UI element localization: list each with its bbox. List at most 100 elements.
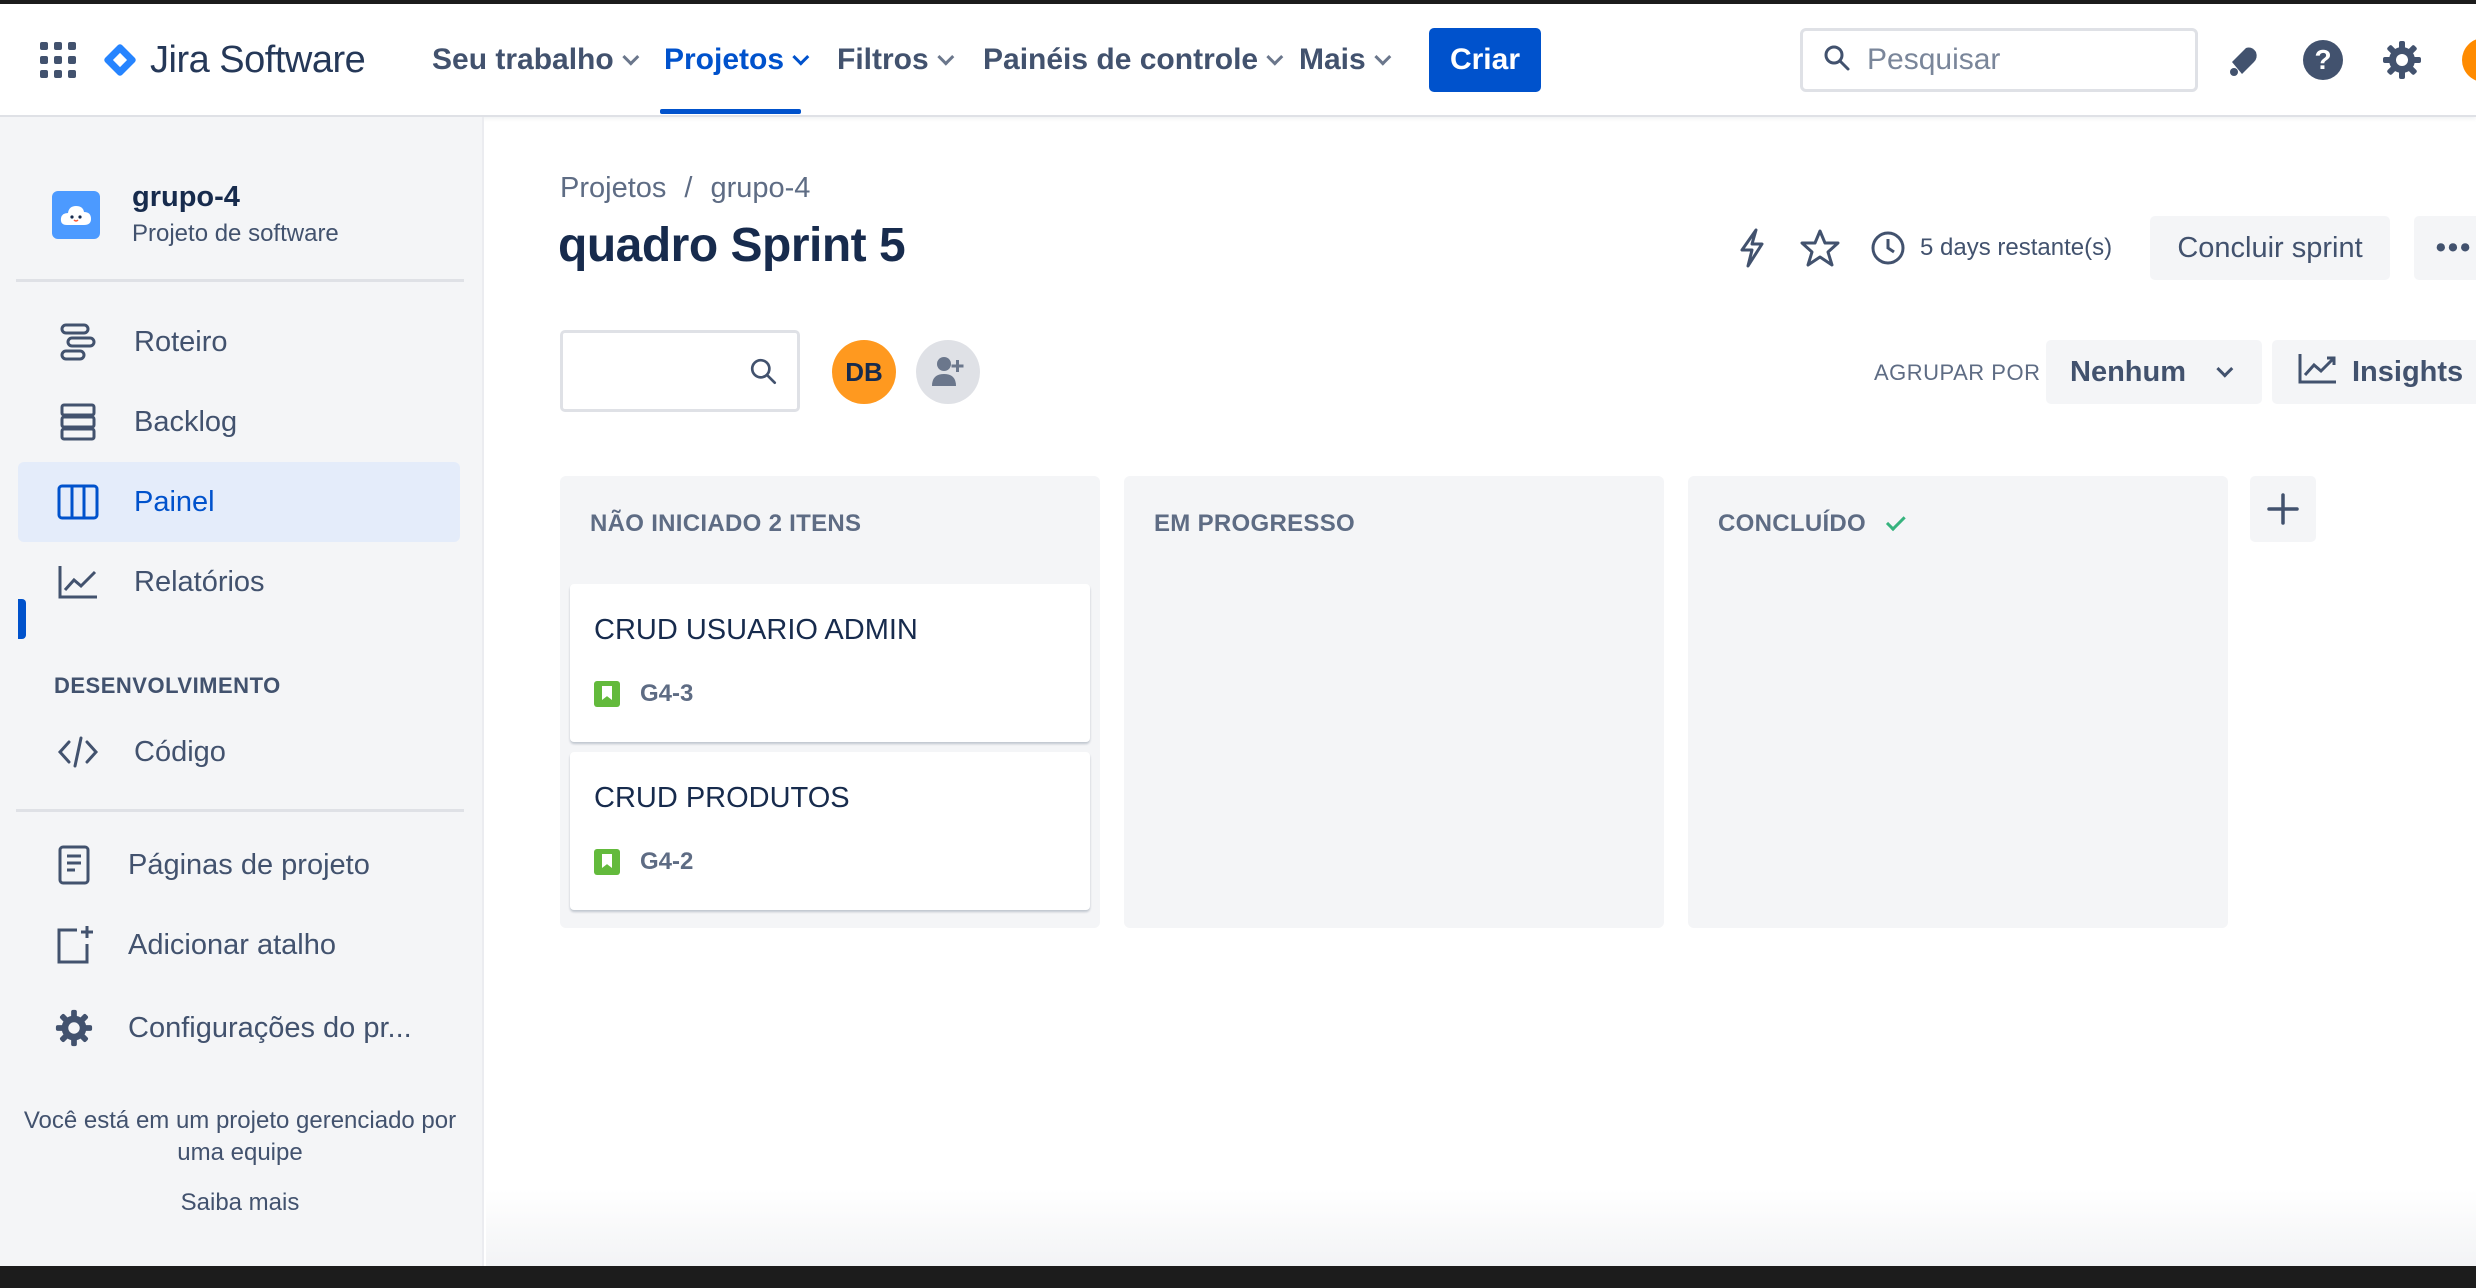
nav-label: Painéis de controle [983,43,1259,76]
settings-icon[interactable] [2378,36,2426,84]
issue-key: G4-3 [640,680,694,707]
sidebar-item-backlog[interactable]: Backlog [18,382,460,462]
chevron-down-icon [937,48,954,66]
nav-label: Mais [1299,43,1366,76]
star-icon[interactable] [1796,224,1844,272]
issue-summary: CRUD USUARIO ADMIN [594,614,918,646]
learn-more-link[interactable]: Saiba mais [20,1189,460,1217]
project-header[interactable]: grupo-4 Projeto de software [52,181,339,248]
team-managed-note: Você está em um projeto gerenciado por u… [23,1107,457,1166]
complete-sprint-button[interactable]: Concluir sprint [2150,216,2390,280]
column-title-text: CONCLUÍDO [1718,510,1867,537]
project-sidebar: grupo-4 Projeto de software Roteiro Back… [0,117,484,1267]
chevron-down-icon [622,48,640,66]
chevron-down-icon [792,48,810,66]
sidebar-item-label: Páginas de projeto [128,848,370,881]
page-title: quadro Sprint 5 [558,219,906,272]
sidebar-item-relatorios[interactable]: Relatórios [18,542,460,622]
insights-label: Insights [2352,355,2464,388]
apps-grid-icon[interactable] [40,42,76,78]
sidebar-item-label: Adicionar atalho [128,928,336,961]
automation-icon[interactable] [1728,224,1776,272]
board-column-concluido: CONCLUÍDO [1688,476,2228,928]
sidebar-item-label: Código [134,735,226,768]
create-button[interactable]: Criar [1429,28,1541,92]
breadcrumb: Projetos / grupo-4 [560,172,810,205]
chevron-down-icon [1374,48,1392,66]
sidebar-item-codigo[interactable]: Código [18,712,460,792]
nav-label: Projetos [664,43,785,76]
search-input[interactable] [1867,43,2167,77]
help-icon[interactable]: ? [2299,36,2347,84]
sidebar-item-label: Relatórios [134,565,265,598]
group-by-value: Nenhum [2070,355,2186,388]
svg-text:?: ? [2314,44,2331,75]
active-nav-indicator [660,109,801,114]
board-search-input[interactable] [579,353,739,389]
chevron-down-icon [1266,48,1284,66]
column-title: EM PROGRESSO [1154,510,1355,538]
backlog-icon [54,398,102,446]
group-by-label: AGRUPAR POR [1874,360,2041,385]
nav-projetos[interactable]: Projetos [664,36,810,84]
reports-icon [54,558,102,606]
story-icon [594,681,620,707]
group-by-dropdown[interactable]: Nenhum [2046,340,2262,404]
breadcrumb-separator: / [684,172,693,204]
user-avatar[interactable] [2462,38,2476,82]
breadcrumb-project[interactable]: grupo-4 [710,172,810,205]
project-type: Projeto de software [132,220,339,247]
sidebar-item-label: Backlog [134,405,238,438]
sidebar-divider [16,809,464,812]
add-people-icon[interactable] [916,340,980,404]
sidebar-item-adicionar-atalho[interactable]: Adicionar atalho [18,905,460,985]
top-navigation-bar: Jira Software Seu trabalho Projetos Filt… [0,0,2476,117]
app-title: Jira Software [150,38,366,81]
issue-key: G4-2 [640,848,694,875]
insights-icon [2298,352,2338,392]
board-column-nao-iniciado: NÃO INICIADO 2 ITENS CRUD USUARIO ADMIN … [560,476,1100,928]
roadmap-icon [54,318,102,366]
issue-key-row: G4-2 [594,848,693,876]
check-icon [1885,511,1906,532]
issue-card[interactable]: CRUD USUARIO ADMIN G4-3 [570,584,1090,742]
window-bottom-edge [0,1266,2476,1288]
sidebar-divider [16,279,464,282]
clock-icon [1864,224,1912,272]
section-heading-desenvolvimento: DESENVOLVIMENTO [54,673,281,698]
nav-mais[interactable]: Mais [1299,36,1392,84]
add-column-button[interactable] [2250,476,2316,542]
nav-filtros[interactable]: Filtros [837,36,954,84]
global-search[interactable] [1800,28,2198,92]
insights-button[interactable]: Insights [2272,340,2476,404]
issue-key-row: G4-3 [594,680,693,708]
search-icon [1823,44,1851,77]
sidebar-item-label: Painel [134,485,215,518]
nav-label: Seu trabalho [432,43,614,76]
sidebar-item-label: Roteiro [134,325,228,358]
notifications-icon[interactable] [2220,36,2268,84]
chevron-down-icon [2216,360,2234,378]
more-actions-button[interactable]: ••• [2414,216,2476,280]
board-column-em-progresso: EM PROGRESSO [1124,476,1664,928]
breadcrumb-projetos[interactable]: Projetos [560,172,666,205]
pages-icon [50,841,98,889]
column-title: CONCLUÍDO [1718,510,1906,538]
sidebar-item-painel[interactable]: Painel [18,462,460,542]
assignee-avatar[interactable]: DB [832,340,896,404]
column-title-text: NÃO INICIADO 2 ITENS [590,510,862,537]
nav-seu-trabalho[interactable]: Seu trabalho [432,36,640,84]
sidebar-item-roteiro[interactable]: Roteiro [18,302,460,382]
sidebar-item-paginas-de-projeto[interactable]: Páginas de projeto [18,825,460,905]
sidebar-item-configuracoes[interactable]: Configurações do pr... [18,988,460,1068]
nav-paineis-de-controle[interactable]: Painéis de controle [983,36,1284,84]
add-shortcut-icon [50,921,98,969]
jira-diamond-icon [102,42,138,78]
project-avatar-icon [52,190,100,239]
issue-summary: CRUD PRODUTOS [594,782,850,814]
jira-logo[interactable]: Jira Software [102,36,366,84]
issue-card[interactable]: CRUD PRODUTOS G4-2 [570,752,1090,910]
board-search[interactable] [560,330,800,412]
search-icon [749,357,779,392]
board-icon [54,478,102,526]
